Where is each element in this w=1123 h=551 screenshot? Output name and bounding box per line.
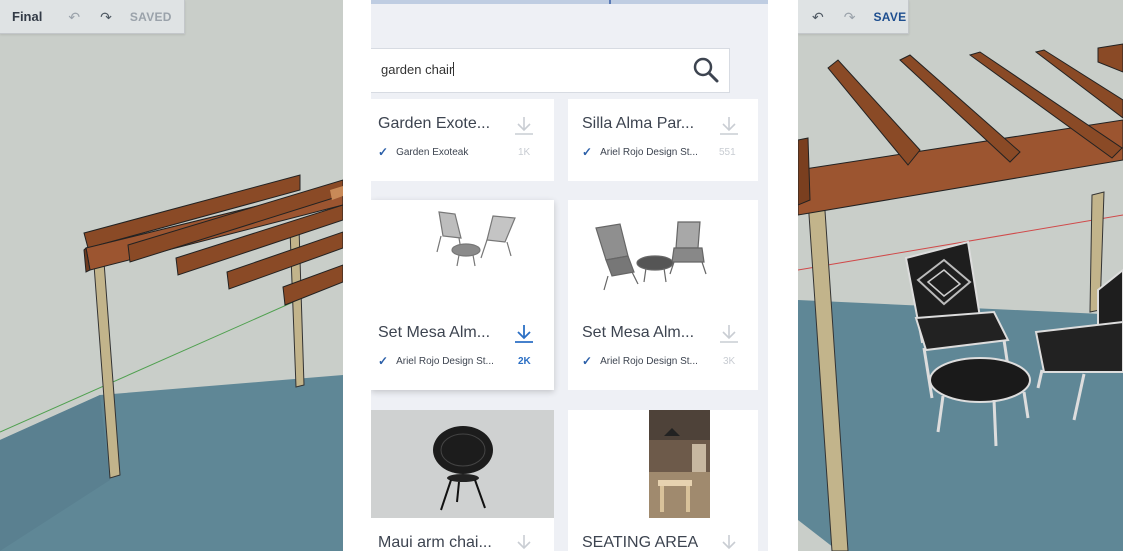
author-name[interactable]: Ariel Rojo Design St... xyxy=(396,356,494,367)
result-title[interactable]: Maui arm chai... xyxy=(378,534,492,551)
verified-check-icon: ✓ xyxy=(378,145,389,159)
download-icon[interactable] xyxy=(513,534,535,551)
download-icon[interactable] xyxy=(718,324,740,344)
author-name[interactable]: Ariel Rojo Design St... xyxy=(600,356,698,367)
author-name[interactable]: Garden Exoteak xyxy=(396,147,468,158)
result-card-active[interactable]: Set Mesa Alm... ✓ Ariel Rojo Design St...… xyxy=(371,200,554,390)
author-row: ✓ Ariel Rojo Design St... xyxy=(378,354,494,368)
top-strip xyxy=(371,0,768,4)
result-title[interactable]: Garden Exote... xyxy=(378,115,490,133)
result-card[interactable]: SEATING AREA xyxy=(568,410,758,551)
author-row: ✓ Garden Exoteak xyxy=(378,145,468,159)
download-icon[interactable] xyxy=(718,116,740,136)
result-card[interactable]: Maui arm chai... xyxy=(371,410,554,551)
result-title[interactable]: SEATING AREA xyxy=(582,534,698,551)
right-viewport-panel[interactable]: ↶ ↷ SAVE xyxy=(798,0,1123,551)
result-title[interactable]: Set Mesa Alm... xyxy=(378,324,490,342)
pergola-3d-model[interactable] xyxy=(0,0,343,551)
author-row: ✓ Ariel Rojo Design St... xyxy=(582,354,698,368)
download-count: 2K xyxy=(518,356,531,367)
model-title: Final xyxy=(12,9,43,24)
search-icon[interactable] xyxy=(693,57,719,83)
result-thumbnail[interactable] xyxy=(371,200,554,310)
left-viewport-panel[interactable]: Final ↶ ↷ SAVED xyxy=(0,0,343,551)
result-title[interactable]: Silla Alma Par... xyxy=(582,115,694,133)
author-row: ✓ Ariel Rojo Design St... xyxy=(582,145,698,159)
author-name[interactable]: Ariel Rojo Design St... xyxy=(600,147,698,158)
undo-icon[interactable]: ↶ xyxy=(812,10,824,24)
left-toolbar: Final ↶ ↷ SAVED xyxy=(0,0,185,34)
result-thumbnail[interactable] xyxy=(568,410,758,518)
top-strip-marker xyxy=(609,0,611,4)
result-title[interactable]: Set Mesa Alm... xyxy=(582,324,694,342)
redo-icon[interactable]: ↷ xyxy=(844,10,856,24)
result-card[interactable]: Silla Alma Par... ✓ Ariel Rojo Design St.… xyxy=(568,99,758,181)
download-count: 3K xyxy=(723,356,736,367)
download-count: 551 xyxy=(719,147,736,158)
undo-icon[interactable]: ↶ xyxy=(68,10,80,24)
save-status: SAVED xyxy=(129,9,172,24)
right-toolbar: ↶ ↷ SAVE xyxy=(798,0,909,34)
warehouse-search-panel: garden chair Garden Exote... ✓ Garden Exo… xyxy=(371,0,768,551)
download-icon[interactable] xyxy=(718,534,740,551)
redo-icon[interactable]: ↷ xyxy=(100,10,112,24)
download-icon[interactable] xyxy=(513,324,535,344)
result-card[interactable]: Garden Exote... ✓ Garden Exoteak 1K xyxy=(371,99,554,181)
verified-check-icon: ✓ xyxy=(582,145,593,159)
save-button[interactable]: SAVE xyxy=(873,10,906,24)
verified-check-icon: ✓ xyxy=(582,354,593,368)
verified-check-icon: ✓ xyxy=(378,354,389,368)
download-icon[interactable] xyxy=(513,116,535,136)
download-count: 1K xyxy=(518,147,531,158)
pergola-with-chairs-model[interactable] xyxy=(798,0,1123,551)
search-bar[interactable]: garden chair xyxy=(371,48,730,93)
result-thumbnail[interactable] xyxy=(568,200,758,310)
search-input[interactable]: garden chair xyxy=(381,62,455,77)
result-card[interactable]: Set Mesa Alm... ✓ Ariel Rojo Design St...… xyxy=(568,200,758,390)
result-thumbnail[interactable] xyxy=(371,410,554,518)
